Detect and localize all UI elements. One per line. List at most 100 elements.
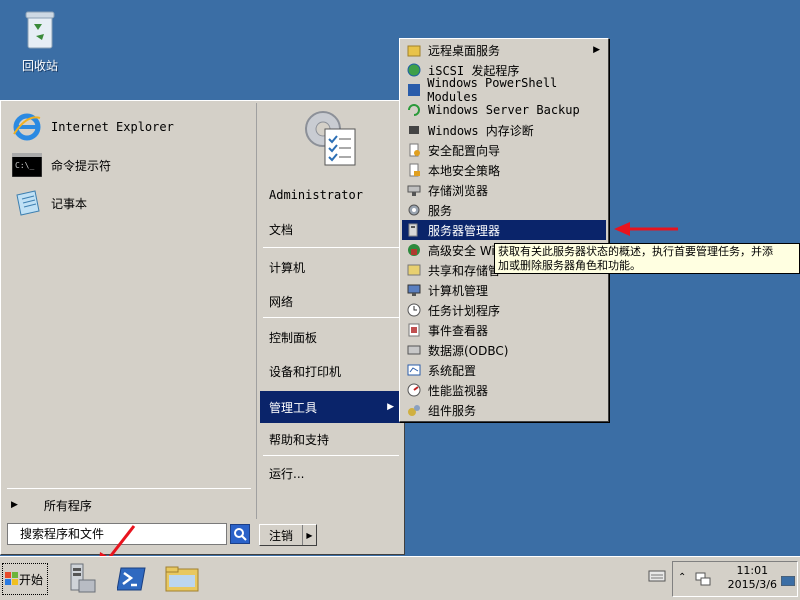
taskbar-powershell[interactable]	[114, 561, 150, 597]
program-command-prompt[interactable]: C:\_ 命令提示符	[11, 149, 111, 181]
memory-chip-icon	[406, 122, 422, 138]
globe-icon	[406, 62, 422, 78]
submenu-item[interactable]: 计算机管理	[402, 280, 606, 300]
recycle-bin-icon	[25, 11, 55, 49]
computer-management-icon	[406, 282, 422, 298]
submenu-item-label: 存储浏览器	[428, 183, 489, 198]
submenu-item-label: Windows 内存诊断	[428, 123, 534, 138]
submenu-item-label: 系统配置	[428, 363, 477, 378]
cmd-icon: C:\_	[11, 150, 43, 180]
submenu-item[interactable]: 本地安全策略	[402, 160, 606, 180]
performance-monitor-icon	[406, 382, 422, 398]
program-internet-explorer[interactable]: Internet Explorer	[11, 111, 174, 143]
menu-item-control-panel[interactable]: 控制面板	[260, 323, 402, 351]
submenu-arrow-icon: ▶	[593, 45, 600, 55]
menu-item-label: 网络	[269, 294, 294, 309]
program-label: Internet Explorer	[51, 120, 174, 134]
taskbar-explorer[interactable]	[164, 561, 200, 597]
submenu-item-label: 计算机管理	[428, 283, 489, 298]
menu-item-computer[interactable]: 计算机	[260, 253, 402, 281]
system-tray: ⌃ 11:01 2015/3/6	[672, 561, 798, 597]
chevron-up-icon[interactable]: ⌃	[678, 572, 686, 583]
taskbar: 开始 ⌃ 11:01 2015/3/6	[0, 556, 800, 600]
submenu-item-label: 高级安全 Wi	[428, 243, 495, 258]
divider	[263, 455, 399, 456]
submenu-item-label: 服务器管理器	[428, 223, 501, 238]
triangle-right-icon: ▶	[11, 500, 18, 510]
database-icon	[406, 342, 422, 358]
menu-item-label: 运行...	[269, 466, 305, 481]
menu-item-run[interactable]: 运行...	[260, 459, 402, 487]
security-policy-icon	[406, 162, 422, 178]
submenu-item[interactable]: 存储浏览器	[402, 180, 606, 200]
submenu-item-server-manager[interactable]: 服务器管理器	[402, 220, 606, 240]
menu-item-admin-tools[interactable]: 管理工具 ▶	[260, 391, 402, 423]
server-manager-icon	[70, 563, 96, 593]
component-services-icon	[406, 402, 422, 418]
program-label: 命令提示符	[51, 158, 112, 173]
menu-item-label: 控制面板	[269, 330, 318, 345]
submenu-item[interactable]: 任务计划程序	[402, 300, 606, 320]
submenu-item[interactable]: 远程桌面服务 ▶	[402, 40, 606, 60]
submenu-item-label: 组件服务	[428, 403, 477, 418]
system-config-icon	[406, 362, 422, 378]
logout-label: 注销	[268, 528, 293, 543]
keyboard-icon[interactable]	[648, 569, 666, 583]
submenu-item[interactable]: 事件查看器	[402, 320, 606, 340]
user-picture[interactable]	[301, 107, 359, 171]
submenu-item[interactable]: 组件服务	[402, 400, 606, 420]
menu-item-devices-printers[interactable]: 设备和打印机	[260, 357, 402, 385]
submenu-item[interactable]: Windows PowerShell Modules	[402, 76, 606, 104]
submenu-item[interactable]: 数据源(ODBC)	[402, 340, 606, 360]
submenu-item-label: 安全配置向导	[428, 143, 501, 158]
all-programs[interactable]: ▶ 所有程序	[11, 495, 251, 515]
user-name[interactable]: Administrator	[260, 181, 402, 209]
network-icon[interactable]	[695, 571, 711, 587]
menu-item-help[interactable]: 帮助和支持	[260, 425, 402, 453]
chevron-right-icon[interactable]: ▶	[302, 525, 316, 545]
all-programs-label: 所有程序	[43, 498, 92, 513]
submenu-item-label: Windows Server Backup	[428, 103, 580, 117]
annotation-arrow-icon	[614, 222, 678, 236]
server-manager-icon	[406, 222, 422, 238]
tooltip-line: 获取有关此服务器状态的概述，执行首要管理任务，并添	[498, 245, 773, 258]
powershell-icon	[406, 82, 421, 98]
submenu-item-label: 事件查看器	[428, 323, 489, 338]
divider	[7, 488, 251, 489]
show-desktop-icon[interactable]	[781, 576, 795, 586]
firewall-icon	[406, 242, 422, 258]
submenu-item-label: 本地安全策略	[428, 163, 501, 178]
submenu-item[interactable]: 安全配置向导	[402, 140, 606, 160]
folder-icon	[406, 42, 422, 58]
menu-item-label: 计算机	[269, 260, 306, 275]
clock-icon	[406, 302, 422, 318]
admin-tools-submenu: 远程桌面服务 ▶ iSCSI 发起程序 Windows PowerShell M…	[399, 38, 609, 422]
admin-tools-picture-icon	[305, 111, 356, 166]
start-button[interactable]: 开始	[2, 563, 48, 595]
tooltip: 获取有关此服务器状态的概述，执行首要管理任务，并添 加或删除服务器角色和功能。	[494, 243, 800, 274]
folder-icon	[165, 566, 199, 592]
clock[interactable]: 11:01 2015/3/6	[728, 564, 777, 592]
submenu-item-label: 服务	[428, 203, 453, 218]
program-notepad[interactable]: 记事本	[11, 187, 87, 219]
clock-date: 2015/3/6	[727, 578, 777, 591]
ie-icon	[11, 112, 43, 142]
taskbar-server-manager[interactable]	[64, 561, 100, 597]
recycle-bin[interactable]: 回收站	[12, 6, 68, 74]
menu-item-label: 帮助和支持	[269, 432, 330, 447]
submenu-item[interactable]: 性能监视器	[402, 380, 606, 400]
menu-item-label: 管理工具	[269, 400, 318, 415]
logout-button[interactable]: 注销 ▶	[259, 524, 317, 546]
recycle-bin-label: 回收站	[21, 59, 58, 73]
submenu-item[interactable]: Windows Server Backup	[402, 100, 606, 120]
submenu-item[interactable]: 系统配置	[402, 360, 606, 380]
menu-item-label: 设备和打印机	[269, 364, 342, 379]
submenu-item-label: 数据源(ODBC)	[428, 343, 509, 358]
submenu-item[interactable]: 服务	[402, 200, 606, 220]
menu-item-network[interactable]: 网络	[260, 287, 402, 315]
search-icon	[234, 528, 247, 541]
menu-item-documents[interactable]: 文档	[260, 215, 402, 243]
search-button[interactable]	[230, 524, 250, 544]
submenu-item[interactable]: Windows 内存诊断	[402, 120, 606, 140]
program-label: 记事本	[51, 196, 88, 211]
